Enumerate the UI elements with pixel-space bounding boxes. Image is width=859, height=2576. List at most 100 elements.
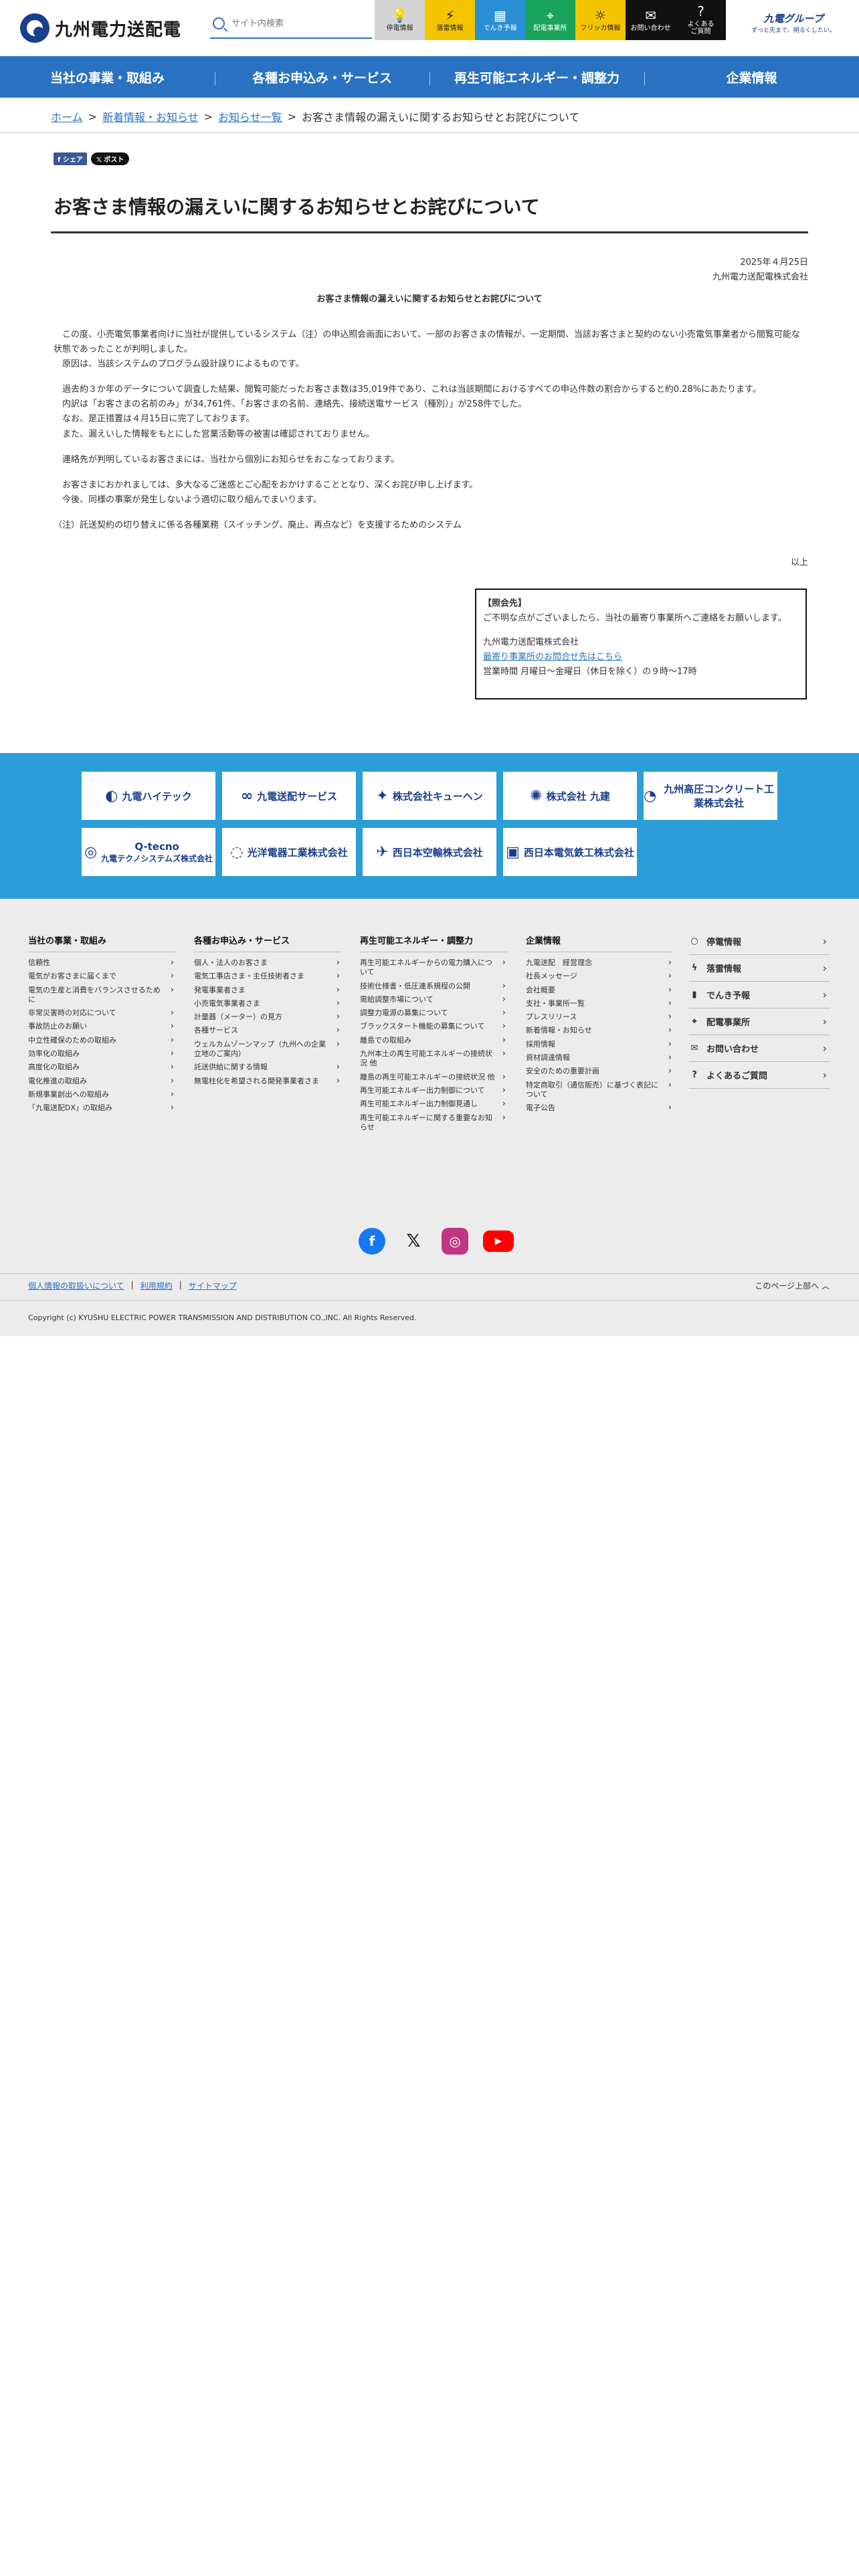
privacy-link[interactable]: 個人情報の取扱いについて xyxy=(28,1280,124,1291)
site-logo[interactable]: 九州電力送配電 xyxy=(20,13,181,43)
quick-link-map-pin[interactable]: ⌖ 配電事業所 xyxy=(525,0,575,40)
quick-link-label: フリッカ情報 xyxy=(580,24,621,32)
page-title: お客さま情報の漏えいに関するお知らせとお詫びについて xyxy=(54,196,540,218)
breadcrumb-home[interactable]: ホーム xyxy=(51,108,83,124)
group-company-card[interactable]: ◔ 九州高圧コンクリート工業株式会社 xyxy=(644,772,777,820)
footer-quick-question[interactable]: ? よくあるご質問 xyxy=(689,1062,830,1089)
page-top-link[interactable]: このページ上部へ ︿ xyxy=(755,1280,830,1291)
footer-link[interactable]: 再生可能エネルギー出力制御見通し xyxy=(360,1097,507,1111)
footer-link[interactable]: 新着情報・お知らせ xyxy=(526,1024,673,1037)
footer-link[interactable]: 無電柱化を希望される開発事業者さま xyxy=(194,1075,341,1088)
footer-link[interactable]: 調整力電源の募集について xyxy=(360,1006,507,1020)
search-input[interactable] xyxy=(231,18,359,29)
group-company-card[interactable]: ✦ 株式会社キューヘン xyxy=(363,772,496,820)
sitemap-link[interactable]: サイトマップ xyxy=(189,1280,237,1291)
quick-link-question[interactable]: ? よくある ご質問 xyxy=(676,0,726,40)
chevron-up-icon: ︿ xyxy=(821,1281,830,1291)
footer-quick-label: でんき予報 xyxy=(706,991,751,1001)
divider xyxy=(0,1300,859,1301)
nav-item-1[interactable]: 各種お申込み・サービス xyxy=(215,68,430,86)
group-company-card[interactable]: ◌ 光洋電器工業株式会社 xyxy=(222,828,356,876)
search-icon[interactable] xyxy=(213,17,225,29)
footer-link[interactable]: ウェルカムゾーンマップ（九州への企業立地のご案内） xyxy=(194,1038,341,1061)
group-company-card[interactable]: ◐ 九電ハイテック xyxy=(82,772,215,820)
footer-link[interactable]: 信頼性 xyxy=(28,956,175,970)
footer-link[interactable]: 会社概要 xyxy=(526,984,673,997)
footer-link[interactable]: 安全のための重要計画 xyxy=(526,1065,673,1078)
x-post-button[interactable]: 𝕏 ポスト xyxy=(90,152,130,165)
footer-link[interactable]: 高度化の取組み xyxy=(28,1061,175,1074)
footer-quick-meter[interactable]: ▮ でんき予報 xyxy=(689,982,830,1008)
company-logo-icon: ◐ xyxy=(105,787,118,804)
footer-link[interactable]: 支社・事業所一覧 xyxy=(526,997,673,1010)
footer-link[interactable]: 電気がお客さまに届くまで xyxy=(28,970,175,983)
footer-link[interactable]: 効率化の取組み xyxy=(28,1047,175,1061)
footer-link[interactable]: 再生可能エネルギーからの電力購入について xyxy=(360,956,507,980)
x-icon[interactable]: 𝕏 xyxy=(400,1228,427,1255)
instagram-icon[interactable]: ◎ xyxy=(442,1228,468,1255)
footer-link[interactable]: 技術仕様書・低圧連系規程の公開 xyxy=(360,980,507,993)
facebook-icon[interactable]: f xyxy=(359,1228,385,1255)
footer-link[interactable]: 特定商取引（通信販売）に基づく表記について xyxy=(526,1079,673,1102)
footer-link[interactable]: 九州本土の再生可能エネルギーの接続状況 他 xyxy=(360,1047,507,1071)
breadcrumb-list[interactable]: お知らせ一覧 xyxy=(218,108,282,124)
footer-link[interactable]: 電気工事店さま・主任技術者さま xyxy=(194,970,341,983)
footer-link[interactable]: 離島の再生可能エネルギーの接続状況 他 xyxy=(360,1071,507,1084)
group-company-card[interactable]: ✺ 株式会社 九建 xyxy=(503,772,637,820)
footer-quick-lightbulb[interactable]: ○ 停電情報 xyxy=(689,928,830,955)
breadcrumb-news[interactable]: 新着情報・お知らせ xyxy=(102,108,199,124)
footer-link[interactable]: 各種サービス xyxy=(194,1024,341,1037)
group-company-card[interactable]: ◎ Q-tecno 九電テクノシステムズ株式会社 xyxy=(82,828,215,876)
footer-link[interactable]: 新規事業創出への取組み xyxy=(28,1088,175,1101)
site-search[interactable] xyxy=(210,9,372,39)
footer-link[interactable]: 「九電送配DX」の取組み xyxy=(28,1101,175,1115)
facebook-share-button[interactable]: f シェア xyxy=(54,152,87,165)
footer-link[interactable]: ブラックスタート機能の募集について xyxy=(360,1020,507,1033)
quick-link-lightning[interactable]: ⚡ 落雷情報 xyxy=(425,0,475,40)
footer-quick-label: よくあるご質問 xyxy=(706,1071,768,1081)
footer-quick-mail[interactable]: ✉ お問い合わせ xyxy=(689,1035,830,1062)
footer-link[interactable]: 再生可能エネルギー出力制御について xyxy=(360,1084,507,1097)
article-heading: お客さま情報の漏えいに関するお知らせとお詫びについて xyxy=(316,294,543,304)
nav-item-3[interactable]: 企業情報 xyxy=(644,68,859,86)
footer-link[interactable]: 電気の生産と消費をバランスさせるために xyxy=(28,984,175,1007)
footer-link[interactable]: 電子公告 xyxy=(526,1101,673,1115)
terms-link[interactable]: 利用規約 xyxy=(140,1280,173,1291)
group-company-card[interactable]: ∞ 九電送配サービス xyxy=(222,772,356,820)
footer-link[interactable]: 離島での取組み xyxy=(360,1034,507,1047)
footer-link[interactable]: 発電事業者さま xyxy=(194,984,341,997)
quick-link-flicker[interactable]: ☼ フリッカ情報 xyxy=(575,0,626,40)
footer-link[interactable]: 需給調整市場について xyxy=(360,993,507,1006)
footer-link[interactable]: 非常災害時の対応について xyxy=(28,1006,175,1020)
nav-item-2[interactable]: 再生可能エネルギー・調整力 xyxy=(430,68,644,86)
footer-link[interactable]: 社長メッセージ xyxy=(526,970,673,983)
footer-link[interactable]: 資材調達情報 xyxy=(526,1051,673,1065)
footer-quick-label: お問い合わせ xyxy=(706,1045,759,1055)
footer-link[interactable]: 採用情報 xyxy=(526,1038,673,1051)
contact-office-link[interactable]: 最寄り事業所のお問合せ先はこちら xyxy=(483,652,622,662)
nav-item-0[interactable]: 当社の事業・取組み xyxy=(0,68,215,86)
footer-link[interactable]: 計量器（メーター）の見方 xyxy=(194,1010,341,1024)
footer-link[interactable]: 再生可能エネルギーに関する重要なお知らせ xyxy=(360,1111,507,1135)
footer-link[interactable]: 事故防止のお願い xyxy=(28,1020,175,1033)
footer-link[interactable]: 九電送配 経営理念 xyxy=(526,956,673,970)
footer-quick-map-pin[interactable]: ⌖ 配電事業所 xyxy=(689,1008,830,1035)
footer-column-title: 再生可能エネルギー・調整力 xyxy=(360,934,507,952)
footer-link[interactable]: 小売電気事業者さま xyxy=(194,997,341,1010)
x-post-label: ポスト xyxy=(104,156,124,164)
article-paragraph: この度、小売電気事業者向けに当社が提供しているシステム（注）の申込照会画面におい… xyxy=(54,330,800,370)
footer-link[interactable]: プレスリリース xyxy=(526,1010,673,1024)
article-paragraph: お客さまにおかれましては、多大なるご迷惑とご心配をおかけすることとなり、深くお詫… xyxy=(62,479,478,505)
footer-link[interactable]: 個人・法人のお客さま xyxy=(194,956,341,970)
kyuden-group-logo[interactable]: 九電グループ ずっと先まで、明るくしたい。 xyxy=(747,9,840,36)
quick-link-mail[interactable]: ✉ お問い合わせ xyxy=(626,0,676,40)
footer-quick-lightning[interactable]: ϟ 落雷情報 xyxy=(689,955,830,982)
youtube-icon[interactable]: ▶ xyxy=(483,1230,514,1252)
quick-link-meter[interactable]: ▦ でんき予報 xyxy=(475,0,525,40)
footer-link[interactable]: 託送供給に関する情報 xyxy=(194,1061,341,1074)
quick-link-lightbulb[interactable]: 💡 停電情報 xyxy=(375,0,425,40)
group-company-card[interactable]: ▣ 西日本電気鉄工株式会社 xyxy=(503,828,637,876)
footer-link[interactable]: 電化推進の取組み xyxy=(28,1075,175,1088)
group-company-card[interactable]: ✈ 西日本空輸株式会社 xyxy=(363,828,496,876)
footer-link[interactable]: 中立性確保のための取組み xyxy=(28,1034,175,1047)
